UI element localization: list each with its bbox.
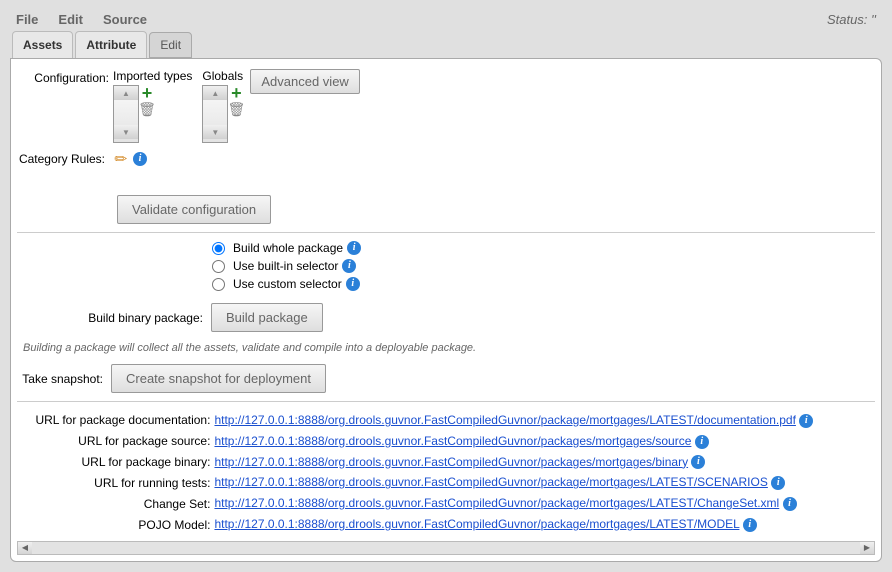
configuration-label: Configuration:	[17, 69, 109, 85]
snapshot-label: Take snapshot:	[17, 372, 107, 386]
build-description: Building a package will collect all the …	[23, 342, 875, 354]
delete-global-icon[interactable]: 🗑	[228, 101, 244, 117]
url-label: URL for package source:	[17, 431, 214, 452]
delete-imported-type-icon[interactable]: 🗑	[139, 101, 155, 117]
app-window: File Edit Source Status: '' Assets Attri…	[4, 4, 888, 568]
scroll-down-icon[interactable]: ▼	[203, 125, 227, 139]
radio-custom-selector[interactable]: Use custom selector i	[212, 277, 875, 291]
tab-edit[interactable]: Edit	[149, 32, 192, 58]
running-tests-link[interactable]: http://127.0.0.1:8888/org.drools.guvnor.…	[214, 475, 767, 489]
change-set-link[interactable]: http://127.0.0.1:8888/org.drools.guvnor.…	[214, 496, 779, 510]
package-source-link[interactable]: http://127.0.0.1:8888/org.drools.guvnor.…	[214, 434, 691, 448]
imported-types-label: Imported types	[113, 69, 192, 83]
info-icon[interactable]: i	[342, 259, 356, 273]
info-icon[interactable]: i	[133, 152, 147, 166]
build-options: Build whole package i Use built-in selec…	[212, 241, 875, 291]
build-binary-row: Build binary package: Build package	[17, 303, 875, 332]
info-icon[interactable]: i	[771, 476, 785, 490]
snapshot-row: Take snapshot: Create snapshot for deplo…	[17, 364, 875, 393]
configuration-row: Configuration: Imported types ▲ ▼ + 🗑 Gl…	[17, 69, 875, 143]
add-global-icon[interactable]: +	[228, 85, 244, 101]
separator	[17, 232, 875, 233]
scroll-up-icon[interactable]: ▲	[203, 86, 227, 100]
radio-builtin-selector[interactable]: Use built-in selector i	[212, 259, 875, 273]
advanced-view-button[interactable]: Advanced view	[250, 69, 359, 94]
menu-bar: File Edit Source Status: ''	[6, 6, 886, 33]
table-row: Change Set: http://127.0.0.1:8888/org.dr…	[17, 493, 875, 514]
create-snapshot-button[interactable]: Create snapshot for deployment	[111, 364, 326, 393]
radio-builtin-label: Use built-in selector	[233, 259, 338, 273]
edit-pencil-icon[interactable]: ✎	[110, 148, 133, 171]
globals-list[interactable]: ▲ ▼	[202, 85, 228, 143]
scrollbar-track[interactable]	[32, 542, 860, 554]
tab-assets[interactable]: Assets	[12, 31, 73, 58]
status-value: ''	[871, 12, 876, 27]
radio-custom-label: Use custom selector	[233, 277, 342, 291]
radio-custom-input[interactable]	[212, 278, 225, 291]
menu-source[interactable]: Source	[103, 12, 147, 27]
package-binary-link[interactable]: http://127.0.0.1:8888/org.drools.guvnor.…	[214, 455, 688, 469]
info-icon[interactable]: i	[346, 277, 360, 291]
radio-builtin-input[interactable]	[212, 260, 225, 273]
radio-build-whole-input[interactable]	[212, 242, 225, 255]
validate-configuration-button[interactable]: Validate configuration	[117, 195, 271, 224]
validate-row: Validate configuration	[17, 195, 875, 224]
scroll-down-icon[interactable]: ▼	[114, 125, 138, 139]
info-icon[interactable]: i	[799, 414, 813, 428]
url-label: POJO Model:	[17, 514, 214, 535]
category-rules-row: Category Rules: ✎ i	[17, 151, 875, 167]
tab-attribute[interactable]: Attribute	[75, 31, 147, 58]
separator	[17, 401, 875, 402]
add-imported-type-icon[interactable]: +	[139, 85, 155, 101]
radio-build-whole-label: Build whole package	[233, 241, 343, 255]
build-binary-label: Build binary package:	[17, 311, 207, 325]
pojo-model-link[interactable]: http://127.0.0.1:8888/org.drools.guvnor.…	[214, 517, 739, 531]
info-icon[interactable]: i	[347, 241, 361, 255]
urls-table: URL for package documentation: http://12…	[17, 410, 875, 535]
category-rules-label: Category Rules:	[17, 152, 109, 166]
status-label: Status:	[827, 12, 871, 27]
info-icon[interactable]: i	[743, 518, 757, 532]
table-row: POJO Model: http://127.0.0.1:8888/org.dr…	[17, 514, 875, 535]
build-package-button[interactable]: Build package	[211, 303, 323, 332]
table-row: URL for package source: http://127.0.0.1…	[17, 431, 875, 452]
scroll-up-icon[interactable]: ▲	[114, 86, 138, 100]
package-documentation-link[interactable]: http://127.0.0.1:8888/org.drools.guvnor.…	[214, 413, 795, 427]
globals-group: Globals ▲ ▼ + 🗑	[202, 69, 244, 143]
globals-label: Globals	[202, 69, 243, 83]
menu-edit[interactable]: Edit	[58, 12, 83, 27]
url-label: URL for running tests:	[17, 472, 214, 493]
radio-build-whole[interactable]: Build whole package i	[212, 241, 875, 255]
url-label: Change Set:	[17, 493, 214, 514]
tab-bar: Assets Attribute Edit	[6, 31, 886, 58]
scroll-left-icon[interactable]: ◀	[18, 542, 32, 554]
table-row: URL for running tests: http://127.0.0.1:…	[17, 472, 875, 493]
menu-file[interactable]: File	[16, 12, 38, 27]
horizontal-scrollbar[interactable]: ◀ ▶	[17, 541, 875, 555]
imported-types-group: Imported types ▲ ▼ + 🗑	[113, 69, 192, 143]
content-panel: Configuration: Imported types ▲ ▼ + 🗑 Gl…	[10, 58, 882, 562]
url-label: URL for package documentation:	[17, 410, 214, 431]
table-row: URL for package documentation: http://12…	[17, 410, 875, 431]
url-label: URL for package binary:	[17, 452, 214, 473]
imported-types-list[interactable]: ▲ ▼	[113, 85, 139, 143]
info-icon[interactable]: i	[695, 435, 709, 449]
scroll-right-icon[interactable]: ▶	[860, 542, 874, 554]
status-text: Status: ''	[827, 12, 876, 27]
info-icon[interactable]: i	[783, 497, 797, 511]
info-icon[interactable]: i	[691, 455, 705, 469]
table-row: URL for package binary: http://127.0.0.1…	[17, 452, 875, 473]
